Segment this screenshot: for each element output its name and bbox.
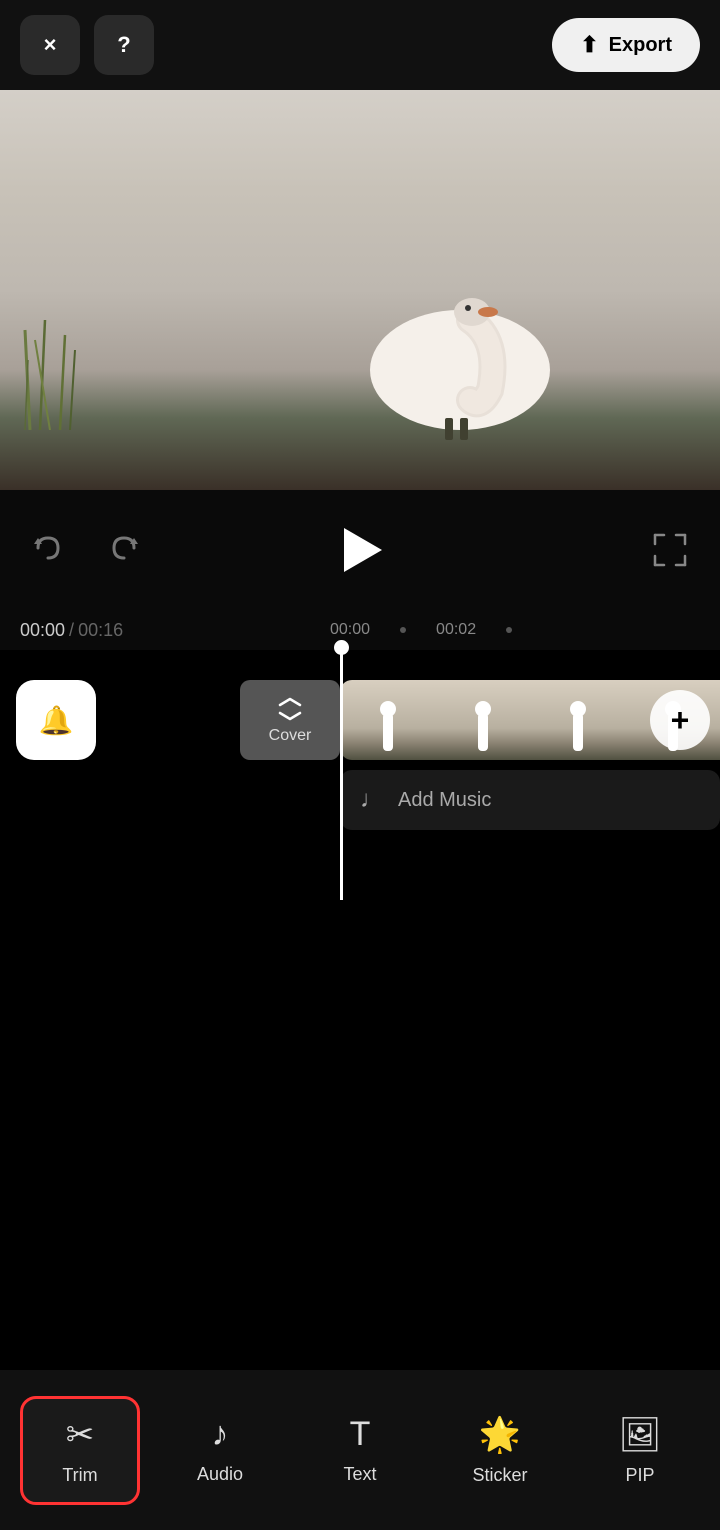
video-preview xyxy=(0,90,720,490)
audio-track-icon[interactable]: 🔔 xyxy=(16,680,96,760)
music-note-icon: ♩ xyxy=(360,786,384,814)
sticker-label: Sticker xyxy=(472,1465,527,1486)
playhead[interactable] xyxy=(340,650,343,900)
time-marker-0: 00:00 xyxy=(330,621,370,639)
close-button[interactable]: × xyxy=(20,15,80,75)
trim-tool[interactable]: ✂ Trim xyxy=(20,1396,140,1505)
time-marker-2: 00:02 xyxy=(436,621,476,639)
text-label: Text xyxy=(343,1464,376,1485)
current-time: 00:00 xyxy=(20,620,65,641)
undo-redo-group xyxy=(30,530,142,571)
swap-icon xyxy=(276,695,304,723)
audio-tool[interactable]: ♪ Audio xyxy=(160,1399,280,1501)
controls-bar xyxy=(0,490,720,610)
redo-button[interactable] xyxy=(106,530,142,571)
add-music-label: Add Music xyxy=(398,789,491,812)
play-icon xyxy=(344,528,382,572)
add-clip-button[interactable]: + xyxy=(650,690,710,750)
time-ruler: 00:00 00:02 xyxy=(330,621,720,639)
flamingo-2 xyxy=(463,701,503,756)
undo-button[interactable] xyxy=(30,530,66,571)
time-dot-2 xyxy=(506,627,512,633)
pip-icon: 🖼 xyxy=(618,1415,661,1455)
bottom-toolbar: ✂ Trim ♪ Audio T Text 🌟 Sticker 🖼 PIP xyxy=(0,1370,720,1530)
scissors-icon: ✂ xyxy=(66,1415,95,1455)
text-icon: T xyxy=(350,1415,371,1454)
flamingo-1 xyxy=(368,701,408,756)
cover-clip[interactable]: Cover xyxy=(240,680,340,760)
swan xyxy=(350,240,570,440)
export-icon: ⬆ xyxy=(580,32,598,58)
text-tool[interactable]: T Text xyxy=(300,1399,420,1501)
swan-scene xyxy=(0,90,720,490)
top-bar-left: × ? xyxy=(20,15,154,75)
audio-label: Audio xyxy=(197,1464,243,1485)
timeline-area: 🔔 Cover + ♩ Add Music xyxy=(0,650,720,900)
time-bar: 00:00 / 00:16 00:00 00:02 xyxy=(0,610,720,650)
help-button[interactable]: ? xyxy=(94,15,154,75)
time-dot-1 xyxy=(400,627,406,633)
cover-label: Cover xyxy=(269,727,312,745)
sticker-icon: 🌟 xyxy=(479,1415,521,1455)
export-label: Export xyxy=(609,34,672,57)
flamingo-3 xyxy=(558,701,598,756)
pip-tool[interactable]: 🖼 PIP xyxy=(580,1399,700,1502)
sticker-tool[interactable]: 🌟 Sticker xyxy=(440,1399,560,1502)
video-strip[interactable]: + xyxy=(340,680,720,760)
grass-decoration xyxy=(20,310,80,430)
trim-label: Trim xyxy=(62,1465,97,1486)
top-bar: × ? ⬆ Export xyxy=(0,0,720,90)
music-icon: ♪ xyxy=(212,1415,229,1454)
export-button[interactable]: ⬆ Export xyxy=(552,18,700,72)
total-time: 00:16 xyxy=(78,620,123,641)
speaker-icon: 🔔 xyxy=(39,704,74,737)
pip-label: PIP xyxy=(625,1465,654,1486)
add-music-button[interactable]: ♩ Add Music xyxy=(340,770,720,830)
playhead-handle xyxy=(334,640,349,655)
fullscreen-button[interactable] xyxy=(650,530,690,570)
play-button[interactable] xyxy=(330,520,390,580)
